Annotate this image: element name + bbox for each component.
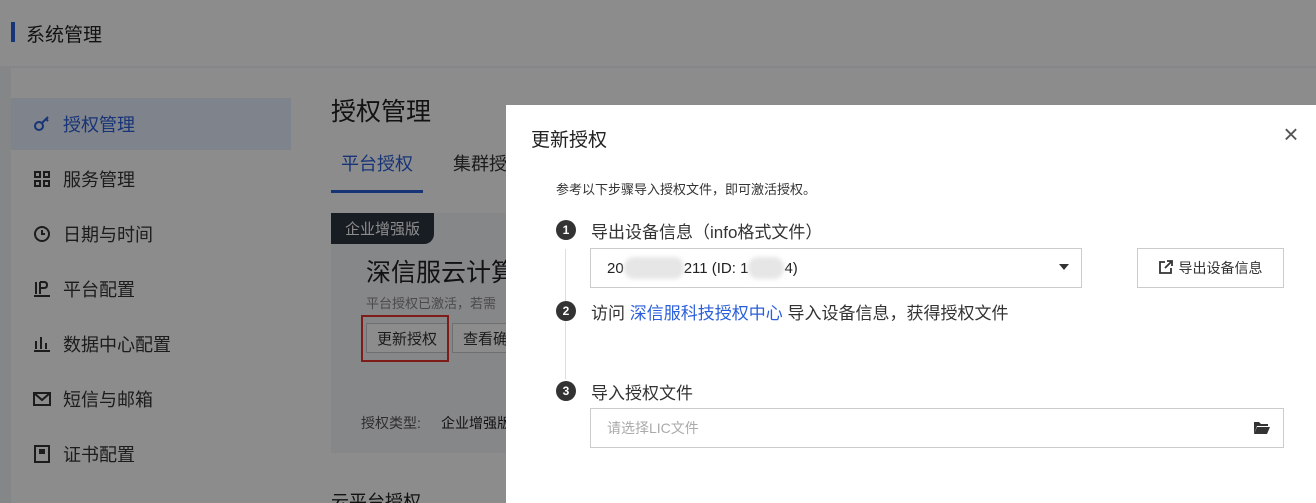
lic-file-input[interactable]: 请选择LIC文件 bbox=[590, 408, 1284, 448]
device-select-suffix: 4) bbox=[784, 259, 798, 277]
step-3-badge: 3 bbox=[556, 381, 576, 401]
update-license-dialog: 更新授权 × 参考以下步骤导入授权文件，即可激活授权。 1 导出设备信息（inf… bbox=[506, 105, 1316, 503]
folder-open-icon[interactable] bbox=[1253, 421, 1271, 435]
chevron-down-icon bbox=[1059, 264, 1069, 270]
dialog-title: 更新授权 bbox=[531, 130, 608, 151]
device-select[interactable]: 20 211 (ID: 1 4) bbox=[590, 248, 1082, 288]
step-3-label: 导入授权文件 bbox=[591, 384, 693, 403]
step-2-label: 访问 深信服科技授权中心 导入设备信息，获得授权文件 bbox=[591, 299, 1008, 324]
step-1-label: 导出设备信息（info格式文件） bbox=[591, 223, 823, 242]
dialog-intro: 参考以下步骤导入授权文件，即可激活授权。 bbox=[556, 182, 817, 197]
export-icon bbox=[1158, 259, 1173, 277]
close-icon[interactable]: × bbox=[1278, 121, 1304, 147]
redacted-block bbox=[623, 257, 684, 279]
file-input-placeholder: 请选择LIC文件 bbox=[607, 420, 699, 436]
step-2-suffix: 导入设备信息，获得授权文件 bbox=[782, 304, 1009, 323]
device-select-middle: 211 (ID: 1 bbox=[683, 259, 749, 277]
redacted-block bbox=[748, 257, 785, 279]
step-2-prefix: 访问 bbox=[591, 304, 630, 323]
license-center-link[interactable]: 深信服科技授权中心 bbox=[630, 304, 783, 323]
step-2-badge: 2 bbox=[556, 301, 576, 321]
export-device-info-button[interactable]: 导出设备信息 bbox=[1137, 248, 1284, 288]
device-select-prefix: 20 bbox=[607, 259, 624, 277]
export-button-label: 导出设备信息 bbox=[1178, 260, 1263, 276]
step-1-badge: 1 bbox=[556, 220, 576, 240]
